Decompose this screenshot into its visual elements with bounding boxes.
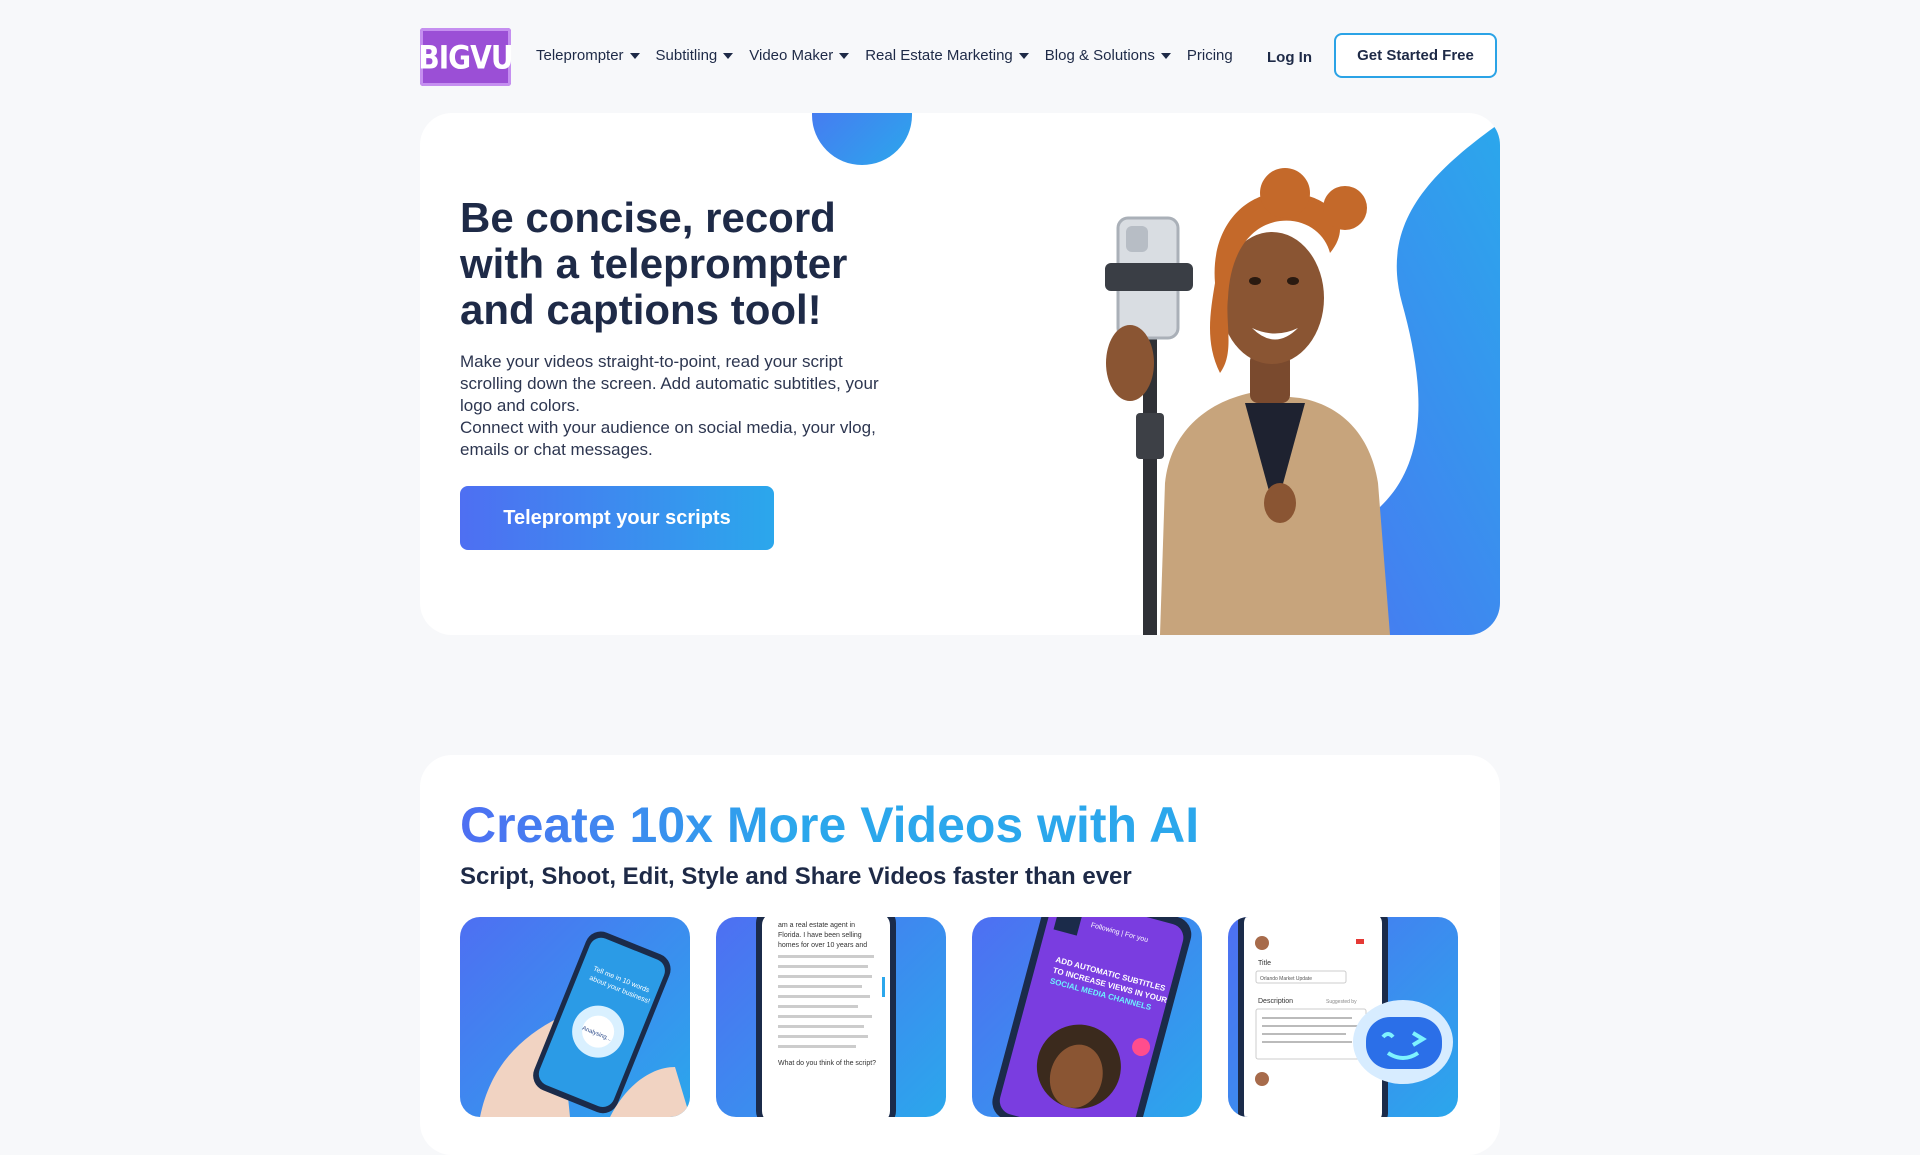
ai-script-card[interactable]: Tell me in 10 words about your business!…	[460, 917, 690, 1117]
ai-features-section: Create 10x More Videos with AI Script, S…	[420, 755, 1500, 1155]
get-started-button[interactable]: Get Started Free	[1334, 33, 1497, 78]
hero-description: Make your videos straight-to-point, read…	[460, 351, 880, 461]
nav-label: Subtitling	[655, 47, 718, 64]
chevron-down-icon	[839, 52, 850, 59]
title-field-label: Title	[1258, 960, 1271, 967]
hero-section: Be concise, record with a teleprompter a…	[420, 113, 1500, 635]
nav-video-maker[interactable]: Video Maker	[749, 47, 850, 64]
nav-label: Blog & Solutions	[1044, 47, 1155, 64]
teleprompter-phone: am a real estate agent in Florida. I hav…	[756, 917, 896, 1117]
feature-cards: Tell me in 10 words about your business!…	[460, 917, 1458, 1117]
description-field-label: Description	[1258, 998, 1293, 1005]
nav-label: Video Maker	[749, 47, 834, 64]
subtitles-phone: Following | For you ADD AUTOMATIC SUBTIT…	[992, 917, 1192, 1117]
logo-text: BIGVU	[418, 38, 513, 76]
nav-pricing[interactable]: Pricing	[1187, 47, 1233, 64]
script-line: am a real estate agent in	[778, 922, 855, 929]
title-field-value: Orlando Market Update	[1260, 976, 1312, 982]
nav-label: Pricing	[1186, 47, 1233, 64]
decorative-circle	[812, 113, 912, 165]
chevron-down-icon	[1160, 52, 1171, 59]
hero-illustration	[1105, 123, 1500, 635]
description-phone: Title Orlando Market Update Description …	[1238, 917, 1453, 1117]
chevron-down-icon	[1018, 52, 1029, 59]
robot-mascot	[1353, 1000, 1453, 1084]
hand-phone-illustration: Tell me in 10 words about your business!…	[480, 931, 690, 1117]
subtitles-card[interactable]: Following | For you ADD AUTOMATIC SUBTIT…	[972, 917, 1202, 1117]
site-header: BIGVU Teleprompter Subtitling Video Make…	[418, 28, 1500, 86]
main-nav: Teleprompter Subtitling Video Maker Real…	[536, 47, 1249, 64]
hero-description-line: Make your videos straight-to-point, read…	[460, 352, 879, 415]
ai-section-title: Create 10x More Videos with AI	[460, 797, 1200, 853]
chevron-down-icon	[629, 52, 640, 59]
login-link[interactable]: Log In	[1267, 49, 1312, 66]
ai-section-subtitle: Script, Shoot, Edit, Style and Share Vid…	[460, 863, 1132, 890]
teleprompt-scripts-button[interactable]: Teleprompt your scripts	[460, 486, 774, 550]
script-line: homes for over 10 years and	[778, 942, 867, 949]
script-line: Florida. I have been selling	[778, 932, 862, 939]
nav-label: Teleprompter	[536, 47, 624, 64]
teleprompter-card[interactable]: am a real estate agent in Florida. I hav…	[716, 917, 946, 1117]
script-question: What do you think of the script?	[778, 1060, 876, 1067]
nav-blog-solutions[interactable]: Blog & Solutions	[1045, 47, 1171, 64]
bigvu-logo[interactable]: BIGVU	[418, 28, 514, 86]
hero-title: Be concise, record with a teleprompter a…	[460, 194, 848, 333]
ai-description-card[interactable]: Title Orlando Market Update Description …	[1228, 917, 1458, 1117]
chevron-down-icon	[723, 52, 734, 59]
hero-description-line: Connect with your audience on social med…	[460, 418, 876, 459]
suggested-by-label: Suggested by	[1326, 999, 1357, 1005]
nav-teleprompter[interactable]: Teleprompter	[536, 47, 640, 64]
nav-subtitling[interactable]: Subtitling	[656, 47, 734, 64]
nav-label: Real Estate Marketing	[865, 47, 1013, 64]
nav-real-estate-marketing[interactable]: Real Estate Marketing	[865, 47, 1029, 64]
